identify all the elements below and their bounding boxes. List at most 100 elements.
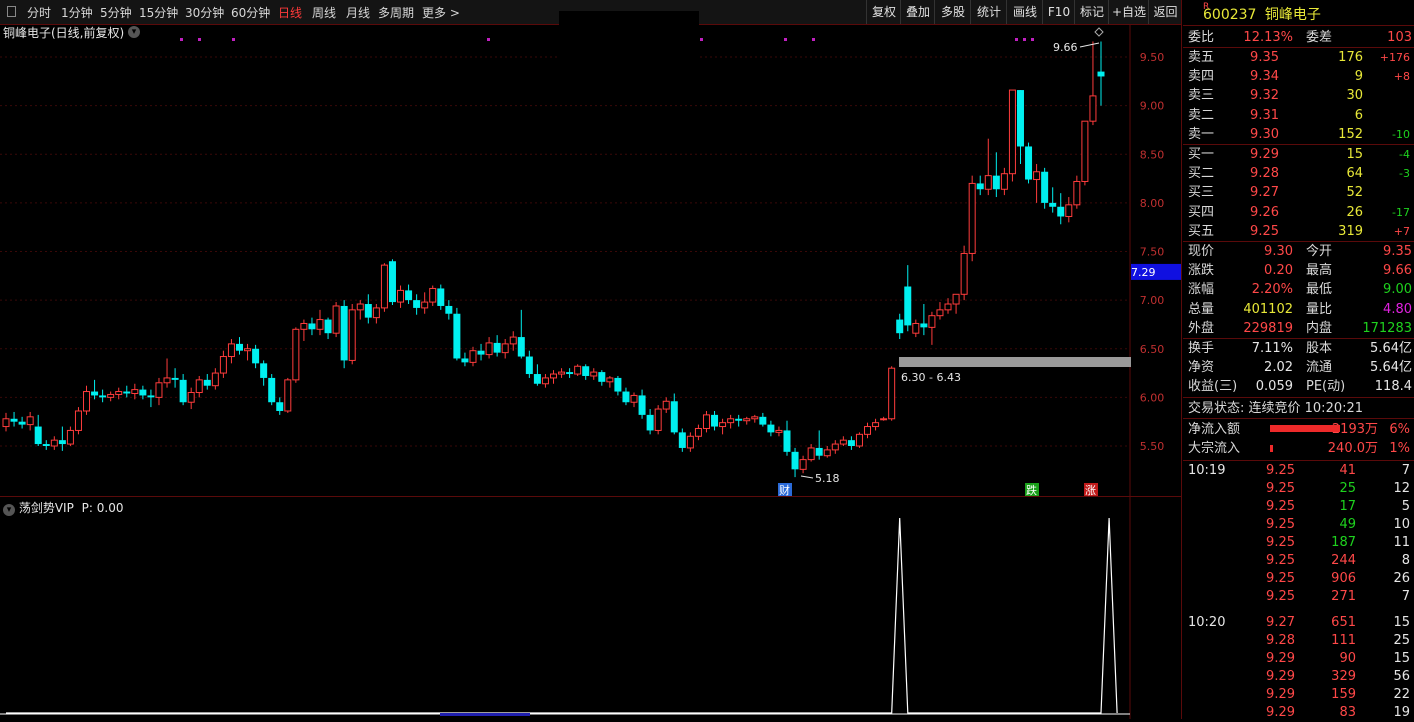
tick-row: 9.29 90 15 [1183,649,1414,668]
candle-body [292,328,300,381]
stat-value: 9.00 [1383,282,1412,298]
multi-stock-button[interactable]: 多股 [934,0,971,24]
candle-body [10,418,18,422]
candle-body [872,422,880,428]
f10-button[interactable]: F10 [1042,0,1075,24]
period-tab-fenshi[interactable]: 分时 [27,4,51,21]
tick-count: 8 [1401,553,1410,568]
mark-button[interactable]: 标记 [1074,0,1109,24]
candle-body [678,432,686,448]
period-tab-60min[interactable]: 60分钟 [231,4,270,21]
candle-body [493,342,501,353]
tick-row: 9.29 159 22 [1183,685,1414,704]
buys-label: 买一 [1188,147,1215,162]
buys-row: 买五 9.25 319 +7 [1183,222,1414,241]
candle-body [606,377,614,383]
chevron-down-icon[interactable]: ▾ [128,26,140,38]
period-tab-weekly[interactable]: 周线 [312,4,336,21]
tick-volume: 906 [1331,571,1356,586]
sells-price: 9.34 [1250,69,1279,85]
overlay-button[interactable]: 叠加 [900,0,935,24]
sells-change: -10 [1392,127,1410,141]
period-tab-5min[interactable]: 5分钟 [100,4,132,21]
period-tab-30min[interactable]: 30分钟 [185,4,224,21]
stat-label: 量比 [1306,301,1333,317]
add-favorite-button[interactable]: +自选 [1108,0,1149,24]
tick-count: 25 [1393,633,1410,648]
indicator-header: ▾ 荡剑势VIP P: 0.00 [3,499,123,516]
candle-body [203,379,211,386]
tick-volume: 159 [1331,687,1356,702]
low-arrow [800,475,814,479]
menu-icon[interactable] [7,6,16,17]
tick-price: 9.25 [1266,571,1295,586]
candle-body [1033,171,1041,181]
fuquan-button[interactable]: 复权 [866,0,901,24]
candle-body [638,395,646,415]
weicha-value: 103 [1387,30,1412,45]
stats-button[interactable]: 统计 [970,0,1007,24]
panel-separator [1183,25,1414,26]
tick-row: 9.25 271 7 [1183,587,1414,606]
tick-price: 9.28 [1266,633,1295,648]
period-tab-daily[interactable]: 日线 [278,4,302,21]
candles [2,41,1105,478]
sells-label: 卖一 [1188,126,1215,142]
candle-body [50,439,58,447]
candle-body [388,261,396,303]
candle-body [582,366,590,376]
indicator-path [6,517,1118,714]
tick-volume: 25 [1339,481,1356,496]
stat-label: 最高 [1306,263,1333,279]
chevron-down-icon[interactable]: ▾ [3,504,15,516]
candle-body [550,373,557,379]
fund-label: 股本 [1306,341,1333,356]
candle-body [904,286,912,326]
indicator-param: P: 0.00 [81,501,124,515]
sells-label: 卖二 [1188,107,1215,123]
kline-chart[interactable]: 9.50 9.00 8.50 8.00 7.50 7.00 6.50 6.00 5.50 7.29… [0,24,1181,719]
candle-body [276,402,284,411]
signal-dot [198,38,201,41]
more-menu[interactable]: 更多 > [422,4,460,21]
tick-price: 9.25 [1266,499,1295,514]
signal-dot [784,38,787,41]
draw-button[interactable]: 画线 [1006,0,1043,24]
fund-value: 5.64亿 [1370,341,1412,356]
tick-count: 7 [1401,589,1410,604]
candle-body [984,175,992,190]
tick-row: 10:20 9.27 651 15 [1183,613,1414,632]
panel-separator [1183,397,1414,398]
candle-body [332,305,340,334]
tick-price: 9.25 [1266,481,1295,496]
sells-label: 卖四 [1188,69,1215,85]
tick-price: 9.25 [1266,535,1295,550]
buys-price: 9.28 [1250,166,1279,182]
candle-body [477,350,485,355]
stat-value: 9.30 [1264,244,1293,259]
buys-volume: 64 [1346,166,1363,182]
tick-volume: 83 [1339,705,1356,720]
candle-body [179,379,187,403]
buys-price: 9.25 [1250,223,1279,239]
period-tab-multi[interactable]: 多周期 [378,4,414,21]
period-tab-monthly[interactable]: 月线 [346,4,370,21]
candle-body [598,372,606,382]
fundamental-row: 收益(三) 0.059 PE(动) 118.4 [1183,377,1414,396]
sells-price: 9.31 [1250,107,1279,123]
candle-body [107,393,115,398]
weibi-row: 委比 12.13% 委差 103 [1183,28,1414,47]
candle-body [1073,180,1081,206]
candle-body [823,449,831,457]
candle-body [533,374,541,384]
candle-body [18,421,26,425]
period-tab-15min[interactable]: 15分钟 [139,4,178,21]
candle-body [195,379,203,394]
candle-body [324,319,332,334]
candle-body [2,418,10,428]
signal-dot [1031,38,1034,41]
high-label: 9.66 [1053,41,1078,54]
period-tab-1min[interactable]: 1分钟 [61,4,93,21]
back-button[interactable]: 返回 [1148,0,1182,24]
buys-change: -17 [1392,205,1410,219]
